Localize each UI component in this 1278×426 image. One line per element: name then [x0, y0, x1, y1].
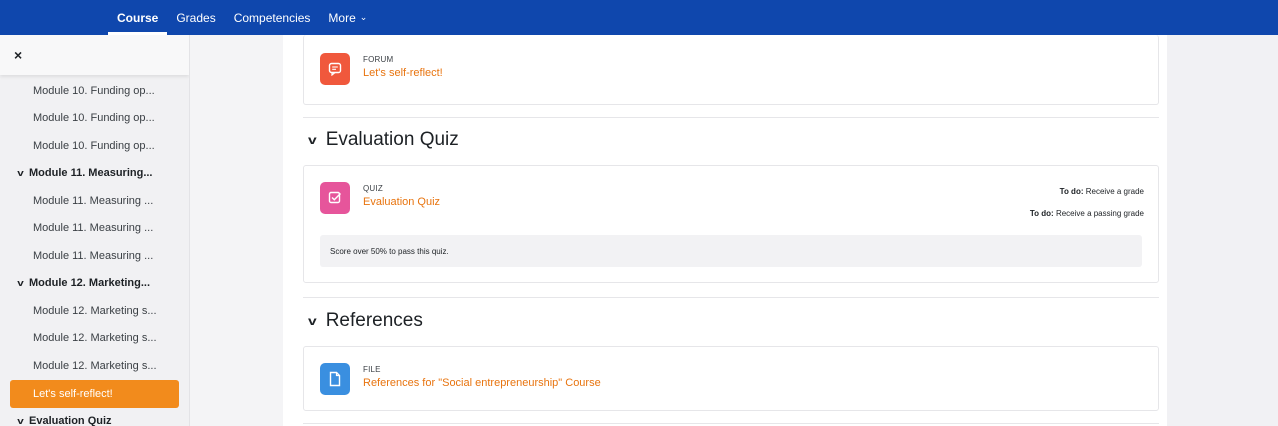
- tab-competencies[interactable]: Competencies: [225, 0, 320, 35]
- course-index-item-label: Module 11. Measuring ...: [33, 222, 154, 235]
- course-index-section-label: Module 11. Measuring...: [29, 167, 153, 180]
- course-index-item[interactable]: Module 10. Funding op...: [0, 132, 189, 160]
- activity-link[interactable]: Let's self-reflect!: [363, 67, 443, 79]
- section-title-label: Evaluation Quiz: [325, 129, 459, 150]
- course-index-section[interactable]: v Evaluation Quiz: [0, 408, 189, 426]
- section-divider: [303, 297, 1159, 298]
- todo-label: To do:: [1059, 187, 1084, 196]
- completion-requirement: To do: Receive a passing grade: [1030, 209, 1144, 218]
- chevron-down-icon[interactable]: v: [17, 168, 24, 178]
- tab-course[interactable]: Course: [108, 0, 168, 35]
- activity-card-quiz: QUIZ Evaluation Quiz To do: Receive a gr…: [303, 165, 1159, 283]
- main-region: FORUM Let's self-reflect! v Evaluation Q…: [190, 35, 1278, 426]
- todo-text: Receive a passing grade: [1055, 209, 1144, 218]
- file-icon[interactable]: [320, 363, 350, 395]
- course-index-item[interactable]: Module 11. Measuring ...: [0, 215, 189, 243]
- course-index-item-label: Module 11. Measuring ...: [33, 194, 154, 207]
- course-index-item[interactable]: Module 10. Funding op...: [0, 105, 189, 133]
- course-index-item[interactable]: Module 10. Funding op...: [0, 77, 189, 105]
- activity-type: FORUM: [363, 55, 394, 64]
- chevron-down-icon[interactable]: v: [308, 314, 317, 328]
- right-gutter: [1167, 35, 1278, 426]
- course-index-item[interactable]: Module 12. Marketing s...: [0, 325, 189, 353]
- course-index-item-active[interactable]: Let's self-reflect!: [10, 379, 179, 408]
- completion-requirement: To do: Receive a grade: [1060, 187, 1144, 196]
- tab-grades[interactable]: Grades: [167, 0, 224, 35]
- section-divider: [303, 117, 1159, 118]
- course-index-section-label: Module 12. Marketing...: [29, 277, 151, 290]
- course-content: FORUM Let's self-reflect! v Evaluation Q…: [283, 35, 1167, 426]
- activity-type: FILE: [363, 365, 381, 374]
- activity-text: FORUM Let's self-reflect!: [363, 53, 443, 79]
- course-index-item-label: Module 10. Funding op...: [33, 84, 155, 97]
- tab-more-label: More: [328, 10, 356, 25]
- activity-file: FILE References for "Social entrepreneur…: [320, 363, 601, 395]
- course-index-section-label: Evaluation Quiz: [29, 415, 112, 426]
- activity-type: QUIZ: [363, 184, 383, 193]
- course-index-item-label: Module 11. Measuring ...: [33, 249, 154, 262]
- activity-quiz: QUIZ Evaluation Quiz: [320, 182, 440, 214]
- chevron-down-icon[interactable]: v: [17, 416, 24, 426]
- course-index-item-label: Let's self-reflect!: [33, 387, 113, 400]
- course-index-item-label: Module 10. Funding op...: [33, 112, 155, 125]
- course-index-item[interactable]: Module 12. Marketing s...: [0, 297, 189, 325]
- quiz-description: Score over 50% to pass this quiz.: [320, 235, 1142, 267]
- chevron-down-icon[interactable]: v: [308, 133, 317, 147]
- course-index-list: Module 10. Funding op... Module 10. Fund…: [0, 75, 189, 426]
- drawer-header: ×: [0, 35, 189, 75]
- course-index-item[interactable]: Module 11. Measuring ...: [0, 187, 189, 215]
- section-divider: [303, 423, 1159, 424]
- tab-competencies-label: Competencies: [233, 10, 311, 25]
- activity-text: QUIZ Evaluation Quiz: [363, 182, 440, 208]
- tab-course-label: Course: [117, 10, 159, 25]
- section-title-label: References: [325, 310, 423, 331]
- top-navigation: Course Grades Competencies More ⌄: [0, 0, 1278, 35]
- forum-icon[interactable]: [320, 53, 350, 85]
- course-index-drawer: × Module 10. Funding op... Module 10. Fu…: [0, 35, 190, 426]
- chevron-down-icon: ⌄: [359, 12, 368, 22]
- todo-text: Receive a grade: [1085, 187, 1144, 196]
- course-index-section[interactable]: v Module 11. Measuring...: [0, 160, 189, 188]
- chevron-down-icon[interactable]: v: [17, 278, 24, 288]
- section-title-references[interactable]: v References: [308, 310, 423, 332]
- activity-card-file: FILE References for "Social entrepreneur…: [303, 346, 1159, 411]
- course-index-item-label: Module 12. Marketing s...: [33, 332, 157, 345]
- tab-more[interactable]: More ⌄: [319, 0, 376, 35]
- activity-text: FILE References for "Social entrepreneur…: [363, 363, 601, 389]
- quiz-icon[interactable]: [320, 182, 350, 214]
- activity-card-forum: FORUM Let's self-reflect!: [303, 35, 1159, 105]
- tab-grades-label: Grades: [176, 10, 216, 25]
- close-icon[interactable]: ×: [14, 47, 22, 63]
- todo-label: To do:: [1029, 209, 1054, 218]
- activity-link[interactable]: References for "Social entrepreneurship"…: [363, 377, 601, 389]
- activity-forum: FORUM Let's self-reflect!: [320, 53, 443, 85]
- activity-link[interactable]: Evaluation Quiz: [363, 196, 440, 208]
- section-title-evaluation-quiz[interactable]: v Evaluation Quiz: [308, 129, 459, 151]
- course-index-item[interactable]: Module 11. Measuring ...: [0, 242, 189, 270]
- course-index-item-label: Module 12. Marketing s...: [33, 304, 157, 317]
- course-index-item-label: Module 10. Funding op...: [33, 139, 155, 152]
- course-index-item[interactable]: Module 12. Marketing s...: [0, 352, 189, 380]
- course-index-section[interactable]: v Module 12. Marketing...: [0, 270, 189, 298]
- course-index-item-label: Module 12. Marketing s...: [33, 359, 157, 372]
